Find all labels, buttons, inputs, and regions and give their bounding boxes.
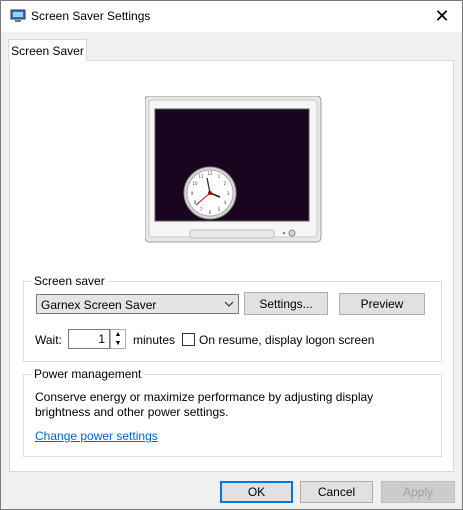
screen-saver-tab-panel: 12 3 69 12 45 78 10 11 Screen saver Garnex…: [9, 60, 454, 472]
svg-text:1: 1: [218, 174, 221, 179]
tab-label: Screen Saver: [11, 43, 84, 58]
monitor-preview: 123 69 12 45 78 1011: [145, 96, 322, 243]
power-management-group-label: Power management: [31, 367, 145, 381]
window-title: Screen Saver Settings: [31, 9, 151, 23]
svg-text:4: 4: [224, 200, 227, 205]
settings-button[interactable]: Settings...: [244, 292, 328, 315]
screen-saver-dropdown[interactable]: Garnex Screen Saver: [36, 294, 239, 314]
cancel-button-label: Cancel: [317, 485, 356, 499]
preview-button-label: Preview: [360, 297, 404, 311]
spin-down-icon[interactable]: ▼: [111, 339, 125, 348]
svg-text:9: 9: [191, 191, 194, 196]
svg-text:5: 5: [218, 207, 221, 212]
svg-text:7: 7: [200, 207, 203, 212]
svg-text:6: 6: [209, 210, 212, 215]
screen-saver-settings-dialog: Screen Saver Settings ✕ Screen Saver 12 3…: [0, 0, 463, 510]
wait-minutes-spinner[interactable]: ▲ ▼: [110, 329, 126, 349]
clock-icon: 123 69 12 45 78 1011: [183, 166, 237, 220]
settings-button-label: Settings...: [259, 296, 313, 311]
chevron-down-icon: [224, 301, 234, 307]
apply-button[interactable]: Apply: [381, 481, 455, 503]
apply-button-label: Apply: [402, 485, 434, 499]
preview-button[interactable]: Preview: [339, 293, 425, 315]
monitor-settings-icon: [10, 9, 26, 22]
logon-screen-checkbox[interactable]: [182, 333, 195, 346]
logon-screen-checkbox-label[interactable]: On resume, display logon screen: [199, 333, 374, 347]
svg-text:11: 11: [198, 174, 204, 179]
spin-up-icon[interactable]: ▲: [111, 330, 125, 339]
close-icon: ✕: [434, 6, 450, 26]
change-power-settings-link[interactable]: Change power settings: [35, 429, 158, 443]
power-management-description: Conserve energy or maximize performance …: [35, 390, 374, 419]
svg-text:2: 2: [224, 181, 227, 186]
wait-label: Wait:: [35, 333, 62, 347]
cancel-button[interactable]: Cancel: [300, 481, 373, 503]
title-bar: Screen Saver Settings ✕: [1, 1, 462, 32]
tab-screen-saver[interactable]: Screen Saver: [8, 39, 87, 61]
minutes-label: minutes: [133, 333, 176, 347]
svg-text:12: 12: [207, 171, 213, 176]
svg-text:10: 10: [192, 181, 198, 186]
ok-button-label: OK: [247, 485, 266, 499]
screen-saver-selected-value: Garnex Screen Saver: [41, 298, 157, 312]
ok-button[interactable]: OK: [220, 481, 293, 503]
svg-text:3: 3: [227, 191, 230, 196]
screen-saver-group-label: Screen saver: [31, 274, 108, 288]
wait-minutes-input[interactable]: 1: [68, 329, 110, 349]
close-button[interactable]: ✕: [422, 1, 462, 32]
